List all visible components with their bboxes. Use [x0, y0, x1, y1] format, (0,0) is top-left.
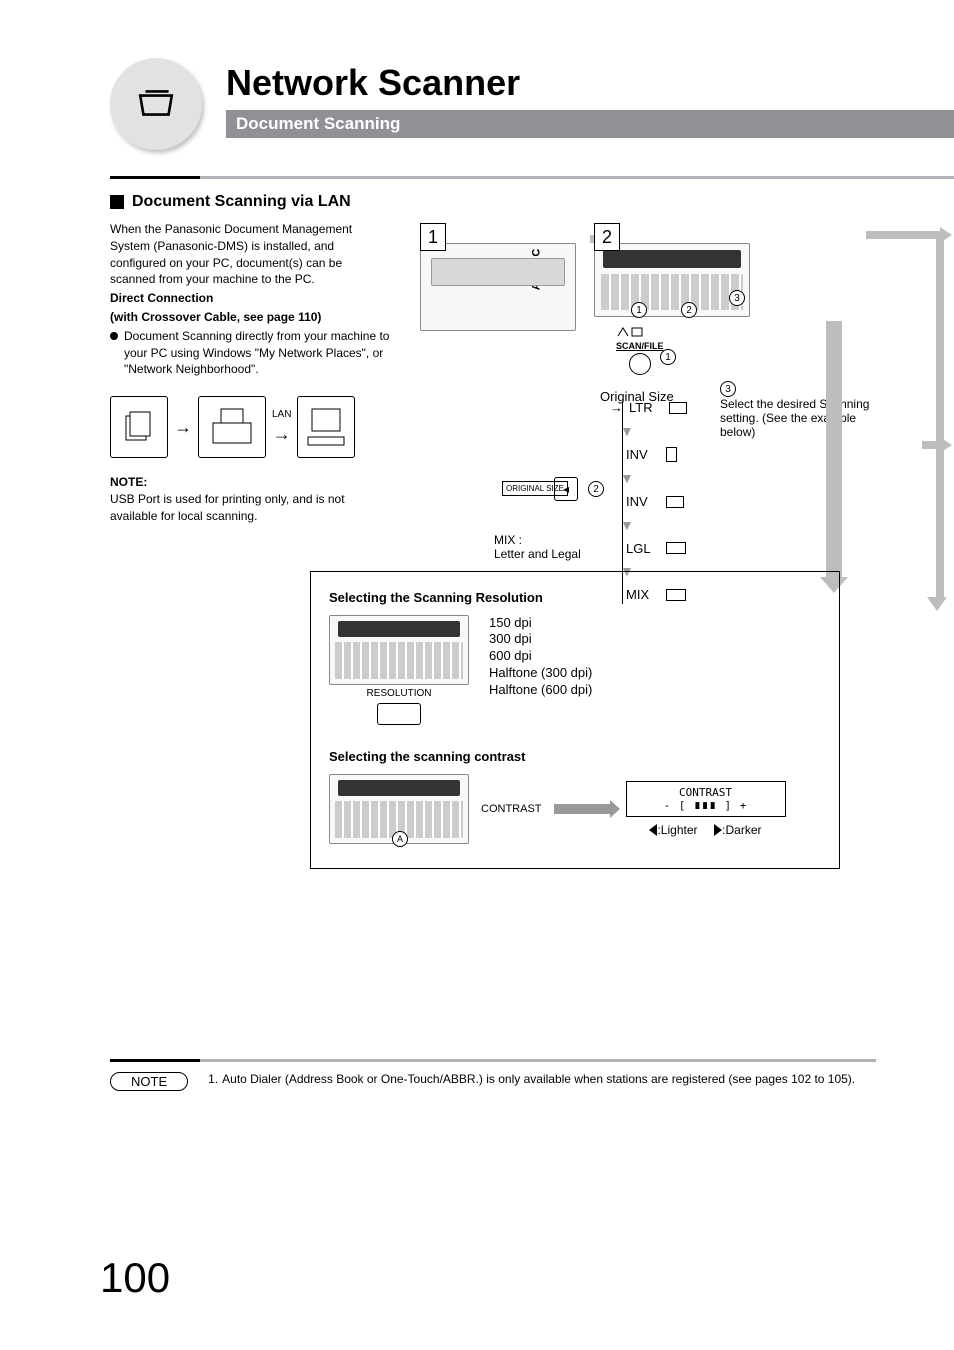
contrast-lcd-display: CONTRAST - [ ∎∎∎ ] +: [626, 781, 786, 817]
note-chip: NOTE: [110, 1072, 188, 1091]
flow-arrow-icon: [866, 231, 944, 239]
arrow-down-icon: [927, 597, 947, 611]
left-key-icon: ◂: [554, 477, 578, 501]
triangle-right-icon: [714, 824, 722, 836]
resolution-option: 150 dpi: [489, 615, 592, 632]
divider: [110, 176, 954, 179]
page-portrait-icon: [666, 447, 677, 462]
resolution-heading: Selecting the Scanning Resolution: [329, 590, 821, 605]
settings-example-box: Selecting the Scanning Resolution RESOLU…: [310, 571, 840, 869]
contrast-heading: Selecting the scanning contrast: [329, 749, 821, 764]
control-panel-illustration: A: [329, 774, 469, 844]
page-subtitle: Document Scanning: [226, 110, 954, 138]
page-title: Network Scanner: [226, 62, 876, 104]
document-label: A B C: [531, 246, 543, 291]
section-bullet-icon: [110, 195, 124, 209]
step-2-box: 2: [594, 223, 620, 251]
lighter-label: :Lighter: [657, 823, 697, 837]
section-heading: Document Scanning via LAN: [132, 193, 351, 211]
contrast-key-label: CONTRAST: [481, 803, 542, 815]
pc-icon: [297, 396, 355, 458]
lan-diagram: → LAN →: [110, 388, 390, 466]
control-panel-illustration: 1 3 2: [594, 243, 750, 317]
circled-1-icon: 1: [631, 302, 647, 318]
documents-icon: [110, 396, 168, 458]
resolution-key-icon: [377, 703, 421, 725]
step-1-box: 1: [420, 223, 446, 251]
intro-text: When the Panasonic Document Management S…: [110, 221, 390, 288]
resolution-option: 600 dpi: [489, 648, 592, 665]
resolution-key-caption: RESOLUTION: [329, 688, 469, 699]
flow-arrow-icon: [826, 321, 842, 581]
direct-connection-heading: Direct Connection: [110, 290, 390, 307]
arrow-right-icon: [554, 804, 614, 814]
arrow-right-icon: →: [174, 415, 192, 440]
scanner-section-icon: [110, 58, 202, 150]
circled-2-icon: 2: [588, 481, 604, 497]
mix-label-1: MIX :: [494, 533, 581, 547]
mfp-icon: [198, 396, 266, 458]
mix-label-2: Letter and Legal: [494, 547, 581, 561]
note-number: 1.: [208, 1072, 218, 1086]
resolution-option: Halftone (300 dpi): [489, 665, 592, 682]
resolution-option: Halftone (600 dpi): [489, 682, 592, 699]
control-panel-illustration: [329, 615, 469, 685]
scan-file-key: SCAN/FILE: [616, 327, 664, 375]
bullet-text: Document Scanning directly from your mac…: [124, 328, 390, 378]
flow-arrow-icon: [936, 231, 944, 601]
page-landscape-icon: [666, 496, 684, 508]
lan-label: LAN: [272, 408, 291, 422]
circled-1-icon: 1: [660, 349, 676, 365]
darker-label: :Darker: [722, 823, 761, 837]
circled-a-icon: A: [392, 831, 408, 847]
divider: [110, 1059, 876, 1062]
note-text: USB Port is used for printing only, and …: [110, 491, 390, 525]
scanner-icon: [135, 83, 177, 125]
resolution-option: 300 dpi: [489, 631, 592, 648]
page-landscape-icon: [666, 542, 686, 554]
select-setting-text: Select the desired Scanning setting. (Se…: [720, 397, 869, 439]
circled-3-icon: 3: [720, 381, 736, 397]
page-number: 100: [100, 1254, 170, 1302]
bullet-icon: [110, 332, 118, 340]
page-landscape-icon: [669, 402, 687, 414]
circled-3-icon: 3: [729, 290, 745, 306]
scanner-device-illustration: A B C: [420, 243, 576, 331]
circled-2-icon: 2: [681, 302, 697, 318]
footer-note-text: Auto Dialer (Address Book or One-Touch/A…: [222, 1072, 855, 1086]
arrow-right-icon: →: [273, 424, 291, 444]
direct-connection-sub: (with Crossover Cable, see page 110): [110, 309, 390, 326]
note-heading: NOTE:: [110, 474, 390, 491]
arrow-right-icon: [940, 437, 952, 453]
